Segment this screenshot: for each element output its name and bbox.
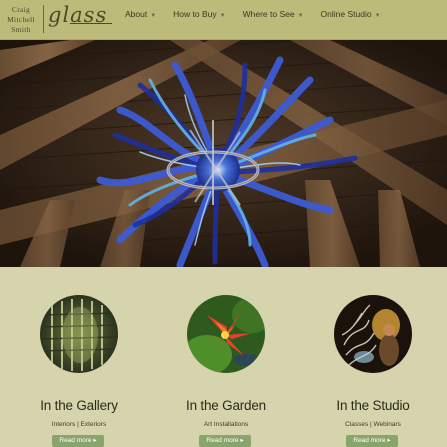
nav-label: About bbox=[125, 9, 148, 19]
card-title: In the Garden bbox=[186, 398, 266, 413]
chevron-down-icon: ▼ bbox=[297, 13, 304, 19]
garden-photo[interactable] bbox=[187, 295, 265, 373]
read-more-button[interactable]: Read more ▸ bbox=[199, 435, 251, 447]
nav-label: Where to See bbox=[242, 9, 295, 19]
read-more-button[interactable]: Read more ▸ bbox=[52, 435, 104, 447]
logo-line-3: Smith bbox=[11, 25, 31, 34]
logo-wordmark: Craig Mitchell Smith bbox=[1, 5, 41, 35]
nav-item-where-to-see[interactable]: Where to See ▼ bbox=[243, 9, 304, 19]
card-subtitle: Art Installations bbox=[203, 421, 249, 428]
chevron-down-icon: ▼ bbox=[219, 13, 226, 19]
gallery-photo-art bbox=[40, 295, 118, 373]
hero-image bbox=[0, 40, 447, 267]
card-subtitle: Interiors | Exteriors bbox=[51, 421, 107, 428]
studio-photo-art bbox=[334, 295, 412, 373]
page: Craig Mitchell Smith glass About ▼ How to… bbox=[0, 0, 447, 447]
read-more-button[interactable]: Read more ▸ bbox=[346, 435, 398, 447]
chevron-down-icon: ▼ bbox=[374, 13, 381, 19]
logo-underline bbox=[70, 23, 112, 24]
site-header: Craig Mitchell Smith glass About ▼ How to… bbox=[0, 0, 447, 40]
chevron-down-icon: ▼ bbox=[150, 13, 157, 19]
card-title: In the Gallery bbox=[40, 398, 118, 413]
feature-cards: In the Gallery Interiors | Exteriors Rea… bbox=[0, 268, 447, 447]
logo-line-1: Craig bbox=[11, 5, 31, 14]
card-subtitle: Classes | Webinars bbox=[345, 421, 401, 428]
nav-label: Online Studio bbox=[320, 9, 372, 19]
studio-photo[interactable] bbox=[334, 295, 412, 373]
nav-label: How to Buy bbox=[173, 9, 217, 19]
main-nav: About ▼ How to Buy ▼ Where to See ▼ Online … bbox=[125, 9, 398, 19]
garden-photo-art bbox=[187, 295, 265, 373]
gallery-photo[interactable] bbox=[40, 295, 118, 373]
nav-item-how-to-buy[interactable]: How to Buy ▼ bbox=[173, 9, 225, 19]
nav-item-about[interactable]: About ▼ bbox=[125, 9, 156, 19]
logo-line-2: Mitchell bbox=[7, 15, 35, 24]
nav-item-online-studio[interactable]: Online Studio ▼ bbox=[321, 9, 381, 19]
card-title: In the Studio bbox=[336, 398, 410, 413]
site-logo[interactable]: Craig Mitchell Smith glass bbox=[0, 2, 118, 36]
logo-divider bbox=[43, 5, 44, 33]
chandelier-illustration bbox=[0, 40, 447, 267]
